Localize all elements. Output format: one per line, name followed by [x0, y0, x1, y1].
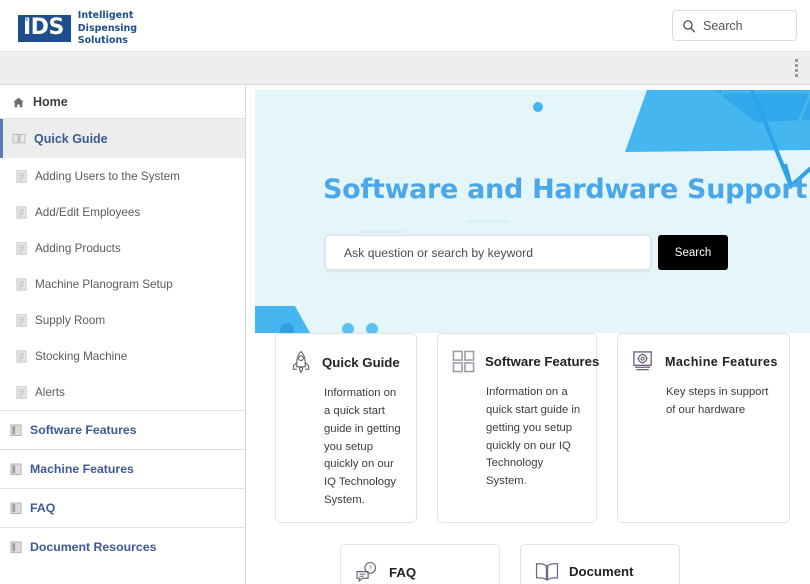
logo-badge: IDS — [18, 15, 71, 43]
sidebar-subitem-stocking-machine[interactable]: Stocking Machine — [0, 338, 245, 374]
hero-search-input[interactable]: Ask question or search by keyword — [325, 235, 651, 270]
document-icon — [16, 277, 27, 291]
toolbar-strip — [0, 52, 810, 85]
card-title: Software Features — [485, 354, 600, 369]
card-header: Software Features — [452, 350, 599, 373]
card-header: Quick Guide — [290, 350, 402, 374]
card-row-primary: Quick Guide Information on a quick start… — [255, 333, 810, 523]
card-row-secondary: ? FAQ Various Frequently Document Inform… — [255, 543, 810, 584]
sidebar-subitem-label: Machine Planogram Setup — [35, 277, 173, 291]
header-search-label: Search — [703, 18, 743, 33]
card-faq[interactable]: ? FAQ Various Frequently — [340, 543, 500, 584]
card-header: ? FAQ — [355, 561, 485, 584]
closed-book-icon — [10, 463, 22, 475]
grid-icon — [452, 350, 475, 373]
sidebar-item-home[interactable]: Home — [0, 86, 245, 119]
sidebar-subitem-supply-room[interactable]: Supply Room — [0, 302, 245, 338]
closed-book-icon — [10, 502, 22, 514]
document-icon — [16, 349, 27, 363]
card-software-features[interactable]: Software Features Information on a quick… — [437, 333, 599, 523]
document-icon — [16, 385, 27, 399]
sidebar-item-home-label: Home — [33, 95, 68, 109]
card-title: Machine Features — [665, 354, 778, 369]
kebab-menu-icon[interactable] — [792, 56, 801, 80]
sidebar-section-faq[interactable]: FAQ — [0, 488, 245, 527]
kebab-dot — [795, 69, 798, 72]
hero-search-placeholder: Ask question or search by keyword — [344, 245, 533, 260]
home-icon — [13, 97, 24, 107]
sidebar-subitem-machine-planogram-setup[interactable]: Machine Planogram Setup — [0, 266, 245, 302]
brand-tagline: Intelligent Dispensing Solutions — [78, 10, 137, 48]
sidebar-item-quick-guide[interactable]: Quick Guide — [0, 119, 245, 158]
sidebar-section-machine-features[interactable]: Machine Features — [0, 449, 245, 488]
card-description: Information on a quick start guide in ge… — [486, 386, 581, 488]
sidebar-section-document-resources[interactable]: Document Resources — [0, 527, 245, 566]
sidebar-subitem-label: Supply Room — [35, 313, 106, 327]
closed-book-icon — [10, 424, 22, 436]
hero-title: Software and Hardware Support — [323, 174, 808, 205]
document-icon — [16, 313, 27, 327]
card-header: Machine Features — [632, 350, 778, 373]
sidebar-section-label: Document Resources — [30, 540, 157, 554]
sidebar-subitem-adding-products[interactable]: Adding Products — [0, 230, 245, 266]
card-title: Document — [569, 564, 634, 580]
sidebar-section-software-features[interactable]: Software Features — [0, 410, 245, 449]
hero-banner: Software and Hardware Support Ask questi… — [255, 90, 810, 333]
brand-logo[interactable]: IDS Intelligent Dispensing Solutions — [18, 10, 137, 48]
sidebar-section-label: FAQ — [30, 501, 56, 515]
sidebar-subitem-label: Stocking Machine — [35, 349, 128, 363]
search-icon — [683, 19, 696, 32]
sidebar-subitem-label: Add/Edit Employees — [35, 205, 141, 219]
hero-decoration-shapes — [255, 90, 810, 333]
card-title: Quick Guide — [322, 354, 400, 370]
svg-text:?: ? — [368, 565, 372, 573]
sidebar-section-label: Software Features — [30, 423, 137, 437]
document-icon — [16, 205, 27, 219]
sidebar-subitem-adding-users[interactable]: Adding Users to the System — [0, 158, 245, 194]
card-description: Information on a quick start guide in ge… — [324, 387, 401, 507]
card-description: Key steps in support of our hardware — [666, 386, 769, 416]
content-cards: Quick Guide Information on a quick start… — [255, 333, 810, 584]
monitor-gear-icon — [633, 351, 652, 371]
rocket-icon — [292, 350, 310, 374]
card-title: FAQ — [389, 565, 417, 581]
open-book-icon — [535, 563, 559, 581]
sidebar-subitem-label: Adding Users to the System — [35, 169, 180, 183]
card-quick-guide[interactable]: Quick Guide Information on a quick start… — [275, 333, 417, 523]
sidebar-section-label: Machine Features — [30, 462, 134, 476]
sidebar-nav: Home Quick Guide Adding Users to the Sys… — [0, 86, 246, 584]
closed-book-icon — [10, 541, 22, 553]
sidebar-item-quick-guide-label: Quick Guide — [34, 131, 108, 146]
brand-tagline-line1: Intelligent — [77, 10, 134, 21]
sidebar-subitem-label: Adding Products — [35, 241, 121, 255]
document-icon — [16, 241, 27, 255]
kebab-dot — [795, 59, 798, 62]
app-header: IDS Intelligent Dispensing Solutions Sea… — [0, 0, 810, 52]
brand-tagline-line2: Dispensing — [77, 22, 138, 34]
header-search-button[interactable]: Search — [672, 10, 797, 41]
sidebar-subitem-label: Alerts — [35, 385, 65, 399]
brand-tagline-line3: Solutions — [77, 35, 128, 47]
card-machine-features[interactable]: Machine Features Key steps in support of… — [617, 333, 790, 523]
card-document[interactable]: Document Information and steps — [520, 543, 680, 584]
sidebar-subitem-alerts[interactable]: Alerts — [0, 374, 245, 410]
logo-abbr: IDS — [23, 15, 64, 41]
open-book-icon — [12, 133, 26, 144]
card-header: Document — [535, 561, 665, 583]
kebab-dot — [795, 74, 798, 77]
document-icon — [16, 169, 27, 183]
hero-search-button[interactable]: Search — [658, 235, 728, 270]
faq-bubble-icon: ? — [356, 561, 377, 583]
sidebar-subitem-add-edit-employees[interactable]: Add/Edit Employees — [0, 194, 245, 230]
kebab-dot — [795, 64, 798, 67]
